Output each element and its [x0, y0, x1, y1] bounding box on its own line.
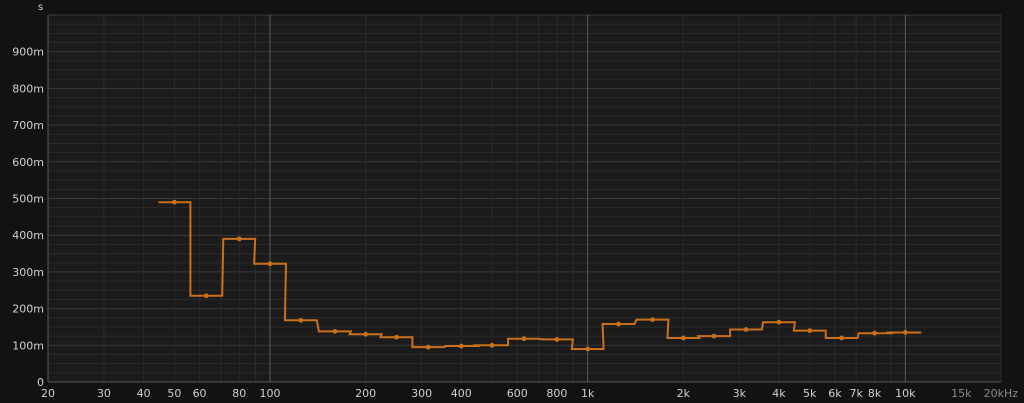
y-tick-label: 800m [12, 82, 44, 95]
x-tick-label: 7k [849, 387, 863, 400]
data-point [872, 330, 877, 336]
data-point [298, 317, 304, 323]
x-tick-label: 100 [260, 387, 281, 400]
data-point [650, 317, 655, 323]
x-tick-label: 800 [546, 387, 567, 400]
x-tick-label: 30 [97, 387, 111, 400]
x-tick-label: 80 [232, 387, 246, 400]
y-axis-label: s [38, 2, 43, 13]
data-point [807, 328, 813, 334]
x-tick-label: 3k [733, 387, 747, 400]
data-point [839, 335, 845, 341]
x-tick-label: 10k [895, 387, 916, 400]
x-tick-label: 8k [868, 387, 882, 400]
x-tick-label: 1k [581, 387, 595, 400]
x-tick-label: 15k [951, 387, 972, 400]
data-point [776, 319, 782, 325]
y-tick-label: 500m [12, 193, 44, 206]
y-axis-ticks: 0100m200m300m400m500m600m700m800m900m [12, 46, 44, 389]
x-tick-label: 50 [167, 387, 181, 400]
data-point [521, 336, 527, 342]
data-point [236, 236, 242, 242]
data-point [203, 293, 209, 299]
y-tick-label: 100m [12, 339, 44, 352]
data-point [332, 328, 338, 334]
x-tick-label: 200 [355, 387, 376, 400]
x-tick-label: 40 [137, 387, 151, 400]
data-point [585, 346, 591, 352]
x-axis-ticks: 20 30 40 50 60 80 100 200 300 400 600 800 1k 2k 3k 4k 5k… [41, 387, 1018, 400]
x-tick-label: 5k [803, 387, 817, 400]
data-point [743, 327, 749, 332]
data-point [363, 331, 369, 337]
data-point [489, 342, 495, 348]
y-tick-label: 900m [12, 46, 44, 59]
grid [47, 14, 1002, 383]
x-tick-label: 600 [507, 387, 528, 400]
data-point [680, 335, 686, 341]
data-point [267, 261, 273, 267]
y-tick-label: 300m [12, 266, 44, 279]
data-point [902, 330, 908, 335]
data-point [172, 199, 177, 205]
data-point [394, 334, 399, 340]
data-point [616, 321, 621, 327]
x-tick-label: 400 [451, 387, 472, 400]
data-point [711, 333, 717, 339]
y-tick-label: 700m [12, 119, 44, 132]
x-tick-label: 60 [193, 387, 207, 400]
x-tick-label: 20kHz [984, 387, 1019, 400]
y-tick-label: 400m [12, 229, 44, 242]
data-point [554, 337, 560, 342]
decay-time-chart: 0100m200m300m400m500m600m700m800m900m 20… [12, 2, 1018, 400]
data-point [458, 343, 464, 349]
x-tick-label: 4k [772, 387, 786, 400]
y-tick-label: 200m [12, 303, 44, 316]
y-tick-label: 600m [12, 156, 44, 169]
x-tick-label: 300 [411, 387, 432, 400]
x-tick-label: 20 [41, 387, 55, 400]
data-point [425, 344, 431, 350]
x-tick-label: 6k [828, 387, 842, 400]
x-tick-label: 2k [677, 387, 691, 400]
